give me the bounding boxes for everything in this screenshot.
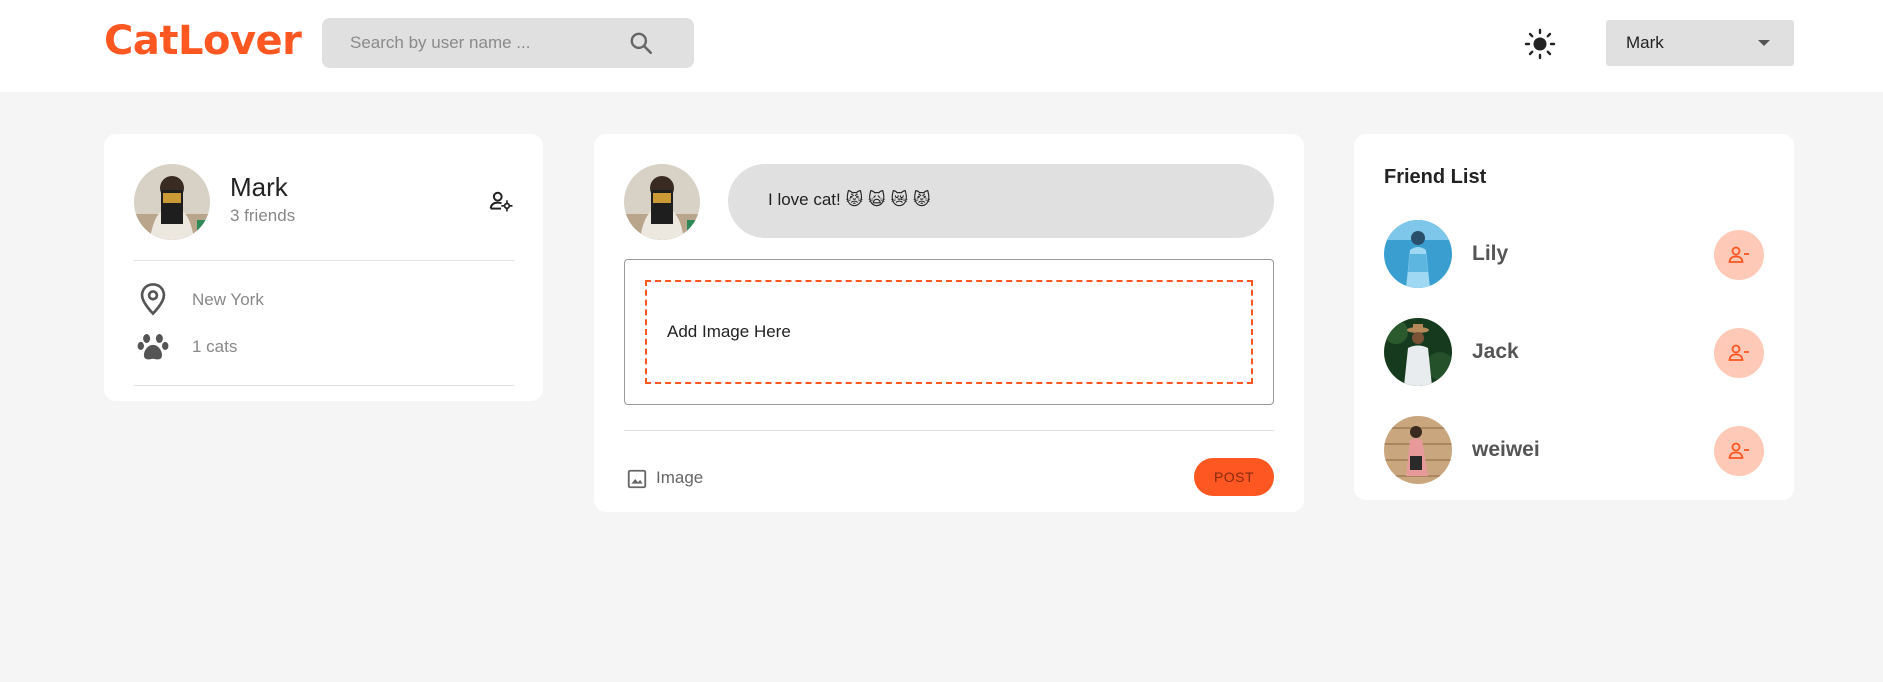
profile-friends-count: 3 friends: [230, 206, 296, 225]
dropzone-label: Add Image Here: [667, 322, 791, 341]
search-input[interactable]: [350, 18, 630, 68]
caret-down-icon: [1758, 40, 1770, 46]
profile-cats-count: 1 cats: [192, 337, 238, 356]
avatar[interactable]: [624, 164, 700, 240]
image-icon: [627, 469, 647, 489]
person-remove-icon: [1728, 246, 1749, 263]
top-bar: CatLover Mark: [0, 0, 1883, 92]
person-remove-icon: [1728, 344, 1749, 361]
divider: [134, 385, 514, 386]
profile-name: Mark: [230, 172, 288, 202]
remove-friend-button[interactable]: [1714, 230, 1764, 280]
remove-friend-button[interactable]: [1714, 426, 1764, 476]
avatar[interactable]: [134, 164, 210, 240]
search-icon[interactable]: [628, 30, 654, 56]
add-image-label: Image: [656, 468, 704, 487]
image-dropzone-area[interactable]: Add Image Here: [645, 280, 1253, 384]
user-menu-value: Mark: [1626, 33, 1664, 52]
post-text-value: I love cat! 😾 🙀 😿 😾: [768, 190, 931, 209]
friend-list-item[interactable]: Jack: [1384, 318, 1764, 388]
logo[interactable]: CatLover: [104, 18, 302, 64]
post-button[interactable]: POST: [1194, 458, 1274, 496]
profile-location: New York: [192, 290, 264, 309]
friend-name: Lily: [1472, 242, 1509, 265]
friend-name: weiwei: [1472, 438, 1540, 461]
image-dropzone[interactable]: Add Image Here: [624, 259, 1274, 405]
paw-icon: [137, 334, 169, 360]
avatar[interactable]: [1384, 318, 1452, 386]
profile-card: Mark 3 friends New York 1 cats: [104, 134, 543, 401]
sun-icon[interactable]: [1524, 28, 1556, 60]
avatar[interactable]: [1384, 416, 1452, 484]
location-pin-icon: [140, 283, 166, 316]
friend-list-item[interactable]: Lily: [1384, 220, 1764, 290]
friend-list-title: Friend List: [1384, 166, 1487, 188]
post-text-input[interactable]: I love cat! 😾 🙀 😿 😾: [728, 164, 1274, 238]
post-composer-card: I love cat! 😾 🙀 😿 😾 Add Image Here Image…: [594, 134, 1304, 512]
friend-list-item[interactable]: weiwei: [1384, 416, 1764, 486]
divider: [134, 260, 514, 261]
divider: [624, 430, 1274, 431]
manage-accounts-icon[interactable]: [488, 188, 514, 214]
avatar[interactable]: [1384, 220, 1452, 288]
person-remove-icon: [1728, 442, 1749, 459]
friend-name: Jack: [1472, 340, 1519, 363]
remove-friend-button[interactable]: [1714, 328, 1764, 378]
user-menu-select[interactable]: Mark: [1606, 20, 1794, 66]
friend-list-card: Friend List Lily Jack weiwei: [1354, 134, 1794, 500]
